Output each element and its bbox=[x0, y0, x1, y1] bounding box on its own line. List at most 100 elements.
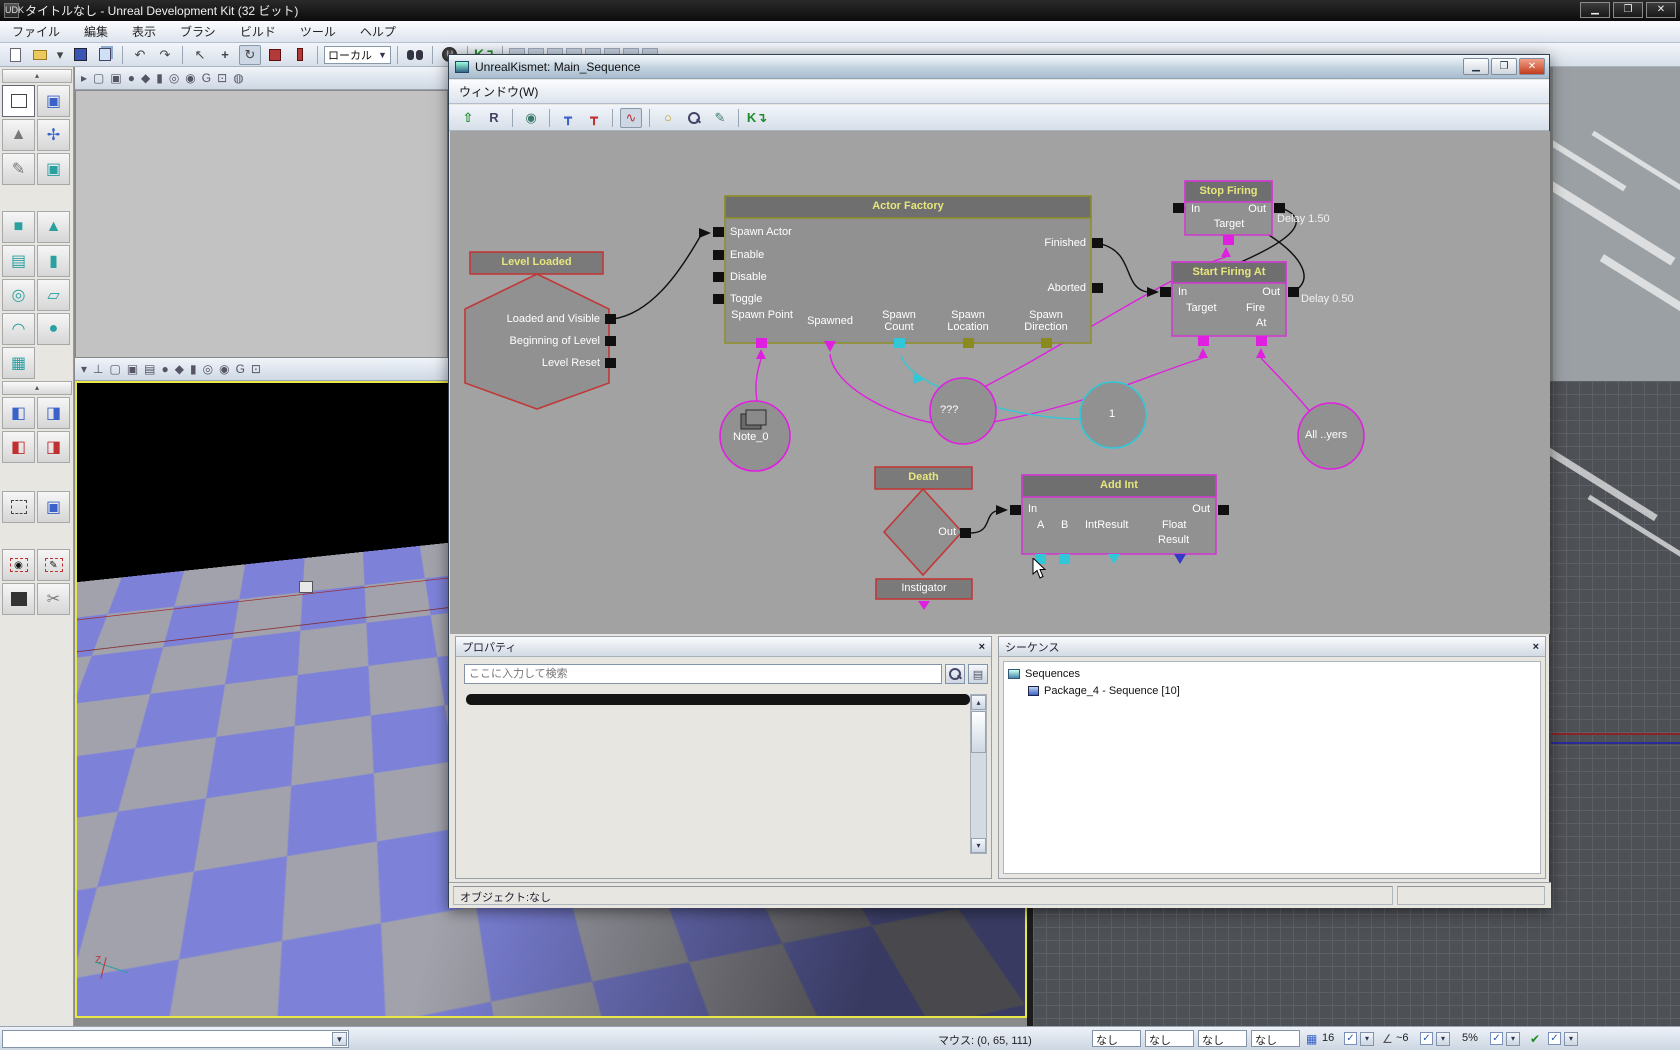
add-int-float[interactable]: Float bbox=[1162, 519, 1186, 531]
coord-space-combo[interactable]: ローカル ▼ bbox=[324, 45, 391, 64]
viewport-cursor-icon[interactable]: ▢ bbox=[93, 71, 104, 85]
var-spawn-count[interactable]: Spawn Count bbox=[867, 309, 931, 333]
kismet-minimize-button[interactable]: ▁ bbox=[1463, 58, 1489, 75]
dark-brush-button[interactable] bbox=[2, 583, 35, 615]
output-aborted[interactable]: Aborted bbox=[950, 282, 1086, 294]
scroll-up-icon[interactable]: ▴ bbox=[971, 695, 986, 710]
save-button[interactable] bbox=[69, 45, 91, 65]
viewport-sphere-icon[interactable]: ● bbox=[162, 362, 169, 376]
var-spawned[interactable]: Spawned bbox=[798, 315, 862, 327]
csg-intersect-button[interactable]: ◧ bbox=[2, 431, 35, 463]
add-int-result[interactable]: Result bbox=[1158, 534, 1189, 546]
grid-snap-checkbox[interactable]: ✓ bbox=[1344, 1032, 1357, 1045]
viewport-cylinder-icon[interactable]: ▮ bbox=[156, 71, 163, 85]
start-firing-out[interactable]: Out bbox=[1234, 286, 1280, 298]
status-slot-2[interactable]: なし bbox=[1145, 1030, 1194, 1047]
stop-firing-target[interactable]: Target bbox=[1198, 218, 1260, 230]
zoom-checkbox[interactable]: ✓ bbox=[1490, 1032, 1503, 1045]
terrain-mode-button[interactable]: ▲ bbox=[2, 119, 35, 151]
maximize-button[interactable]: ❐ bbox=[1613, 2, 1643, 18]
texture-pan-button[interactable]: ✎ bbox=[2, 153, 35, 185]
autosave-dropdown[interactable]: ▾ bbox=[1564, 1032, 1578, 1046]
chevron-down-icon[interactable]: ▼ bbox=[332, 1032, 347, 1046]
palette-collapse-strip[interactable]: ▴ bbox=[2, 69, 72, 83]
properties-close-icon[interactable]: × bbox=[979, 641, 985, 653]
curves-toggle-button[interactable]: ∿ bbox=[620, 107, 642, 128]
start-firing-in[interactable]: In bbox=[1178, 286, 1187, 298]
open-kismet-button[interactable]: K↴ bbox=[746, 108, 768, 128]
viewport-lock2-icon[interactable]: ⊡ bbox=[217, 71, 227, 85]
status-slot-4[interactable]: なし bbox=[1251, 1030, 1300, 1047]
select-marquee-button[interactable] bbox=[2, 491, 35, 523]
start-firing-fire[interactable]: Fire bbox=[1246, 302, 1265, 314]
viewport-dropdown-icon[interactable]: ▾ bbox=[81, 362, 87, 376]
open-search-button[interactable]: ○ bbox=[657, 108, 679, 128]
curved-stairs-brush-button[interactable]: ◠ bbox=[2, 313, 35, 345]
circle-one-label[interactable]: 1 bbox=[1109, 408, 1115, 420]
menu-tools[interactable]: ツール bbox=[300, 23, 336, 40]
scale-tool-button[interactable] bbox=[264, 45, 286, 65]
output-loaded-and-visible[interactable]: Loaded and Visible bbox=[470, 313, 600, 325]
viewport-right-wireframe[interactable] bbox=[1553, 67, 1680, 381]
cylinder-brush-button[interactable]: ▮ bbox=[37, 245, 70, 277]
kismet-maximize-button[interactable]: ❐ bbox=[1491, 58, 1517, 75]
undo-button[interactable]: ↶ bbox=[129, 45, 151, 65]
viewport-lock-icon[interactable]: ▸ bbox=[81, 71, 87, 85]
kismet-menu-window[interactable]: ウィンドウ(W) bbox=[459, 83, 538, 100]
sphere-brush-button[interactable]: ● bbox=[37, 313, 70, 345]
sequences-close-icon[interactable]: × bbox=[1533, 641, 1539, 653]
input-spawn-actor[interactable]: Spawn Actor bbox=[730, 226, 792, 238]
actor-class-combo[interactable]: ▼ bbox=[2, 1030, 349, 1048]
update-list-button[interactable]: ✎ bbox=[709, 108, 731, 128]
var-spawn-direction[interactable]: Spawn Direction bbox=[1014, 309, 1078, 333]
parent-sequence-button[interactable]: ⇧ bbox=[457, 108, 479, 128]
death-instigator[interactable]: Instigator bbox=[876, 582, 972, 594]
output-beginning-of-level[interactable]: Beginning of Level bbox=[470, 335, 600, 347]
stairs-brush-button[interactable]: ▤ bbox=[2, 245, 35, 277]
tree-item-sequences[interactable]: Sequences bbox=[1008, 665, 1536, 682]
var-spawn-point[interactable]: Spawn Point bbox=[730, 309, 794, 321]
menu-brush[interactable]: ブラシ bbox=[180, 23, 216, 40]
properties-scrollbar[interactable]: ▴ ▾ bbox=[970, 694, 987, 854]
select-tool-button[interactable]: ↖ bbox=[189, 45, 211, 65]
redo-button[interactable]: ↷ bbox=[154, 45, 176, 65]
viewport-top[interactable] bbox=[75, 90, 448, 358]
input-enable[interactable]: Enable bbox=[730, 249, 764, 261]
circle-unknown-label[interactable]: ??? bbox=[940, 404, 958, 416]
scale-nonuniform-button[interactable] bbox=[289, 45, 311, 65]
node-title-death[interactable]: Death bbox=[875, 471, 972, 483]
add-int-intresult[interactable]: IntResult bbox=[1085, 519, 1128, 531]
node-title-start-firing-at[interactable]: Start Firing At bbox=[1172, 266, 1286, 278]
rename-sequence-button[interactable]: R bbox=[483, 108, 505, 128]
menu-help[interactable]: ヘルプ bbox=[360, 23, 396, 40]
zoom-to-selected-button[interactable]: ┳ bbox=[583, 108, 605, 128]
input-toggle[interactable]: Toggle bbox=[730, 293, 762, 305]
grid-snap-dropdown[interactable]: ▾ bbox=[1360, 1032, 1374, 1046]
viewport-game-icon[interactable]: G bbox=[236, 362, 245, 376]
palette-collapse-strip[interactable]: ▴ bbox=[2, 381, 72, 395]
hide-connectors-button[interactable]: ◉ bbox=[520, 108, 542, 128]
add-special-brush-button[interactable]: ▣ bbox=[37, 491, 70, 523]
minimize-button[interactable]: ▁ bbox=[1580, 2, 1610, 18]
open-dropdown[interactable]: ▾ bbox=[54, 45, 66, 65]
properties-search-input[interactable] bbox=[464, 664, 942, 684]
angle-snap-dropdown[interactable]: ▾ bbox=[1436, 1032, 1450, 1046]
volume-brush-button[interactable]: ▦ bbox=[2, 347, 35, 379]
cube-brush-button[interactable]: ■ bbox=[2, 211, 35, 243]
edit-builder-brush-button[interactable]: ✎ bbox=[37, 549, 70, 581]
output-finished[interactable]: Finished bbox=[950, 237, 1086, 249]
csg-subtract-button[interactable]: ◨ bbox=[37, 397, 70, 429]
scroll-down-icon[interactable]: ▾ bbox=[971, 838, 986, 853]
node-title-stop-firing[interactable]: Stop Firing bbox=[1185, 185, 1272, 197]
cone-brush-button[interactable]: ▲ bbox=[37, 211, 70, 243]
circle-note-label[interactable]: Note_0 bbox=[733, 431, 768, 443]
add-int-out[interactable]: Out bbox=[1164, 503, 1210, 515]
viewport-game-icon[interactable]: G bbox=[202, 71, 211, 85]
search-go-button[interactable] bbox=[945, 664, 965, 684]
close-button[interactable]: ✕ bbox=[1646, 2, 1676, 18]
rotate-tool-button[interactable]: ↻ bbox=[239, 44, 261, 65]
menu-file[interactable]: ファイル bbox=[12, 23, 60, 40]
zoom-dropdown[interactable]: ▾ bbox=[1506, 1032, 1520, 1046]
translate-tool-button[interactable]: + bbox=[214, 45, 236, 65]
viewport-lock-icon[interactable]: ⊡ bbox=[251, 362, 261, 376]
